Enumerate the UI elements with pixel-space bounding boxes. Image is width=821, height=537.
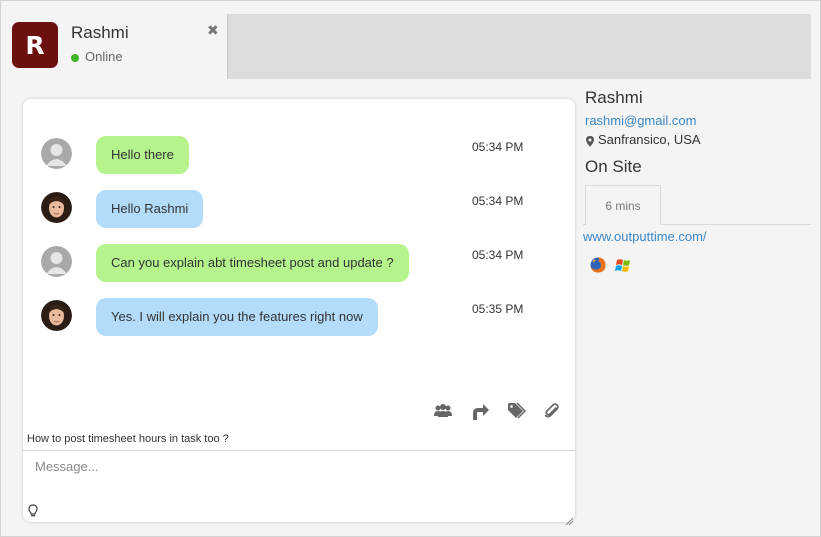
visitor-avatar-icon	[41, 246, 72, 277]
message-time: 05:35 PM	[472, 302, 524, 316]
contact-tab[interactable]: R Rashmi Online ✖	[2, 2, 227, 79]
message-bubble: Can you explain abt timesheet post and u…	[96, 244, 409, 282]
message-bubble: Hello there	[96, 136, 189, 174]
message-row: Hello Rashmi 05:34 PM	[23, 190, 575, 232]
contact-status: Online	[85, 49, 123, 64]
chat-window: R Rashmi Online ✖ Hello there 05:34 PM H…	[0, 0, 821, 537]
time-on-site-tab[interactable]: 6 mins	[585, 185, 661, 225]
visitor-name: Rashmi	[585, 88, 643, 107]
message-time: 05:34 PM	[472, 194, 524, 208]
visitor-location: Sanfransico, USA	[598, 132, 701, 147]
message-composer	[23, 450, 575, 526]
message-row: Hello there 05:34 PM	[23, 136, 575, 178]
tab-divider	[583, 224, 585, 225]
contact-name: Rashmi	[71, 23, 129, 42]
message-input[interactable]	[23, 451, 575, 522]
agent-avatar-icon	[41, 192, 72, 223]
tags-icon[interactable]	[507, 401, 527, 421]
lightbulb-icon[interactable]	[27, 504, 39, 518]
chat-panel: Hello there 05:34 PM Hello Rashmi 05:34 …	[23, 99, 575, 526]
tab-divider	[661, 224, 811, 225]
close-icon[interactable]: ✖	[207, 23, 219, 39]
site-status: On Site	[585, 157, 642, 176]
paperclip-icon[interactable]	[542, 401, 562, 421]
users-icon[interactable]	[433, 401, 453, 421]
visitor-avatar-icon	[41, 138, 72, 169]
tab-bar-empty-area	[227, 14, 811, 79]
visitor-email-link[interactable]: rashmi@gmail.com	[585, 113, 696, 128]
suggestion-text[interactable]: How to post timesheet hours in task too …	[27, 433, 229, 445]
online-status-dot-icon	[71, 54, 79, 62]
visited-url-link[interactable]: www.outputtime.com/	[583, 229, 707, 244]
agent-avatar-icon	[41, 300, 72, 331]
message-bubble: Yes. I will explain you the features rig…	[96, 298, 378, 336]
message-row: Yes. I will explain you the features rig…	[23, 298, 575, 340]
map-marker-icon	[586, 134, 594, 147]
message-time: 05:34 PM	[472, 248, 524, 262]
resize-grip-icon[interactable]	[565, 512, 574, 526]
message-time: 05:34 PM	[472, 140, 524, 154]
contact-avatar: R	[12, 22, 58, 68]
share-arrow-icon[interactable]	[470, 401, 490, 421]
windows-icon	[615, 257, 632, 273]
firefox-icon	[590, 257, 606, 273]
message-bubble: Hello Rashmi	[96, 190, 204, 228]
message-row: Can you explain abt timesheet post and u…	[23, 244, 575, 286]
